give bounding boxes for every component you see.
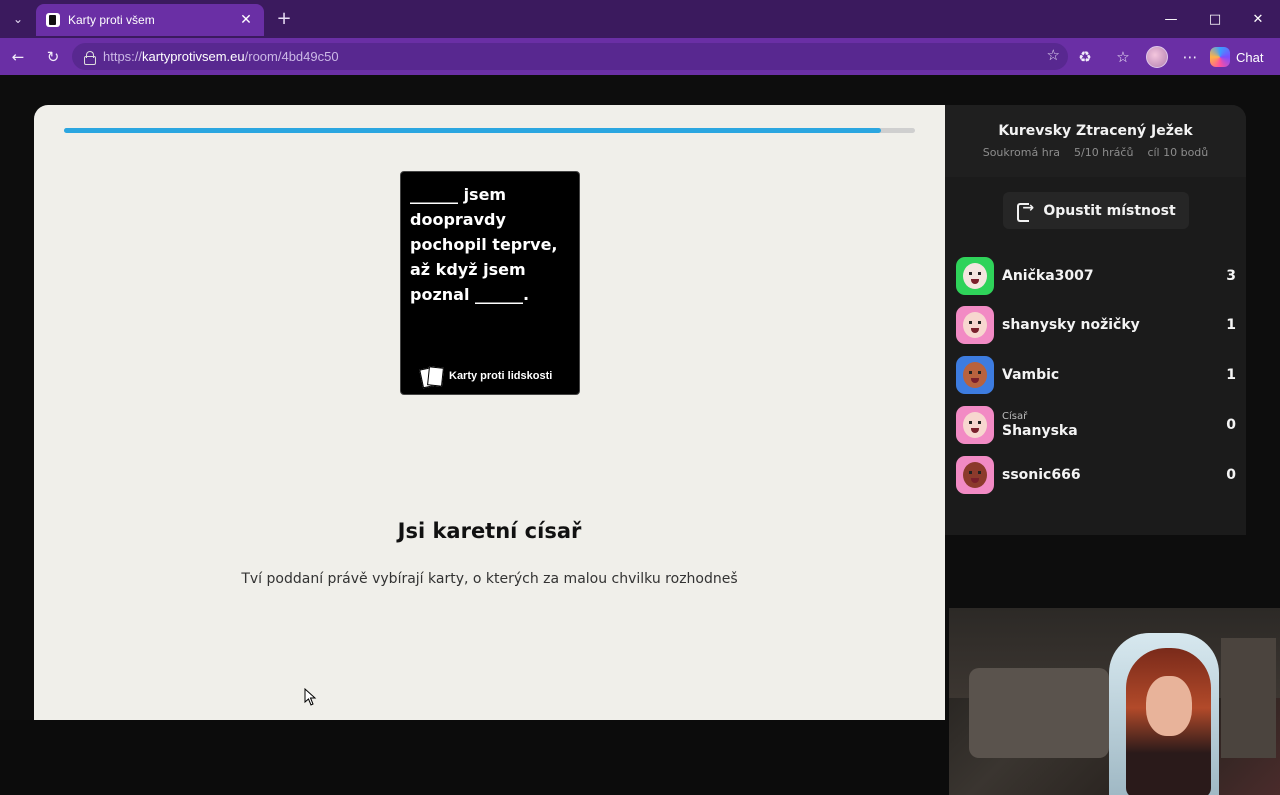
profile-avatar[interactable] xyxy=(1146,46,1168,68)
game-panel: ______ jsem doopravdy pochopil teprve, a… xyxy=(34,105,945,720)
browser-toolbar: ← ↻ https://kartyprotivsem.eu/room/4bd49… xyxy=(0,38,1280,75)
more-icon[interactable]: ⋯ xyxy=(1178,45,1202,69)
address-bar[interactable]: https://kartyprotivsem.eu/room/4bd49c50 … xyxy=(72,43,1068,70)
cards-favicon-icon xyxy=(46,13,60,27)
black-card-text: ______ jsem doopravdy pochopil teprve, a… xyxy=(410,185,558,304)
tab-title: Karty proti všem xyxy=(68,13,155,27)
player-row: shanysky nožičky 1 xyxy=(956,305,1236,345)
player-name: Anička3007 xyxy=(1002,268,1094,284)
reload-icon[interactable]: ↻ xyxy=(41,45,65,69)
new-tab-plus-icon[interactable]: + xyxy=(272,6,296,30)
player-score: 1 xyxy=(1226,367,1236,383)
room-type: Soukromá hra xyxy=(982,146,1060,159)
room-header: Kurevsky Ztracený Ježek Soukromá hra 5/1… xyxy=(945,105,1246,177)
browser-tab[interactable]: Karty proti všem ✕ xyxy=(36,4,264,36)
player-info: Císař Shanyska xyxy=(1002,411,1212,439)
player-avatar xyxy=(956,356,994,394)
player-info: Vambic xyxy=(1002,367,1212,383)
player-role: Císař xyxy=(1002,411,1028,422)
player-name: Shanyska xyxy=(1002,423,1078,439)
page-content: ______ jsem doopravdy pochopil teprve, a… xyxy=(0,75,1280,795)
avatar-face-icon xyxy=(963,263,987,289)
mouse-cursor-icon xyxy=(304,688,317,706)
player-avatar xyxy=(956,406,994,444)
player-name: Vambic xyxy=(1002,367,1060,383)
players-count: 5/10 hráčů xyxy=(1073,146,1134,159)
tab-close-icon[interactable]: ✕ xyxy=(238,12,254,28)
players-sidebar: Kurevsky Ztracený Ježek Soukromá hra 5/1… xyxy=(945,105,1246,535)
minimize-icon[interactable]: — xyxy=(1160,8,1182,30)
player-score: 3 xyxy=(1226,268,1236,284)
room-meta: Soukromá hra 5/10 hráčů cíl 10 bodů xyxy=(945,146,1246,159)
player-avatar xyxy=(956,257,994,295)
tab-actions-chevron-down-icon[interactable]: ⌄ xyxy=(4,5,32,33)
avatar-face-icon xyxy=(963,462,987,488)
player-info: Anička3007 xyxy=(1002,268,1212,284)
player-row: Vambic 1 xyxy=(956,355,1236,395)
player-avatar xyxy=(956,456,994,494)
round-progress-fill xyxy=(64,128,881,133)
player-score: 0 xyxy=(1226,467,1236,483)
player-score: 1 xyxy=(1226,317,1236,333)
room-name: Kurevsky Ztracený Ježek xyxy=(998,123,1193,139)
card-brand: Karty proti lidskosti xyxy=(449,370,553,382)
score-goal: cíl 10 bodů xyxy=(1147,146,1209,159)
player-avatar xyxy=(956,306,994,344)
player-row: Císař Shanyska 0 xyxy=(956,405,1236,445)
card-footer: Karty proti lidskosti xyxy=(419,366,552,386)
player-name: shanysky nožičky xyxy=(1002,317,1140,333)
favorites-icon[interactable]: ☆ xyxy=(1111,45,1135,69)
avatar-face-icon xyxy=(963,412,987,438)
player-row: Anička3007 3 xyxy=(956,256,1236,296)
leave-room-button[interactable]: Opustit místnost xyxy=(1003,192,1189,229)
czar-subtitle: Tví poddaní právě vybírají karty, o kter… xyxy=(241,571,738,587)
avatar-face-icon xyxy=(963,312,987,338)
player-info: ssonic666 xyxy=(1002,467,1212,483)
back-arrow-icon[interactable]: ← xyxy=(6,45,30,69)
player-name: ssonic666 xyxy=(1002,467,1081,483)
player-score: 0 xyxy=(1226,417,1236,433)
extensions-puzzle-icon[interactable]: ♻ xyxy=(1073,45,1097,69)
avatar-face-icon xyxy=(963,362,987,388)
leave-room-label: Opustit místnost xyxy=(1043,202,1176,219)
black-question-card: ______ jsem doopravdy pochopil teprve, a… xyxy=(400,171,580,395)
browser-tab-strip: ⌄ Karty proti všem ✕ + — □ ✕ xyxy=(0,0,1280,38)
cards-logo-icon xyxy=(419,366,443,386)
chat-label: Chat xyxy=(1236,49,1264,65)
maximize-icon[interactable]: □ xyxy=(1204,8,1226,30)
exit-icon xyxy=(1016,200,1034,222)
player-row: ssonic666 0 xyxy=(956,455,1236,495)
round-progress-bar xyxy=(64,128,915,133)
window-close-icon[interactable]: ✕ xyxy=(1247,8,1269,30)
url-text: https://kartyprotivsem.eu/room/4bd49c50 xyxy=(103,49,339,64)
copilot-chat-button[interactable]: Chat xyxy=(1210,44,1276,70)
site-info-lock-icon[interactable] xyxy=(82,50,96,65)
favorite-star-icon[interactable]: ☆ xyxy=(1047,46,1060,64)
player-info: shanysky nožičky xyxy=(1002,317,1212,333)
copilot-icon xyxy=(1210,47,1230,67)
czar-title: Jsi karetní císař xyxy=(397,519,582,543)
webcam-overlay xyxy=(949,608,1280,795)
